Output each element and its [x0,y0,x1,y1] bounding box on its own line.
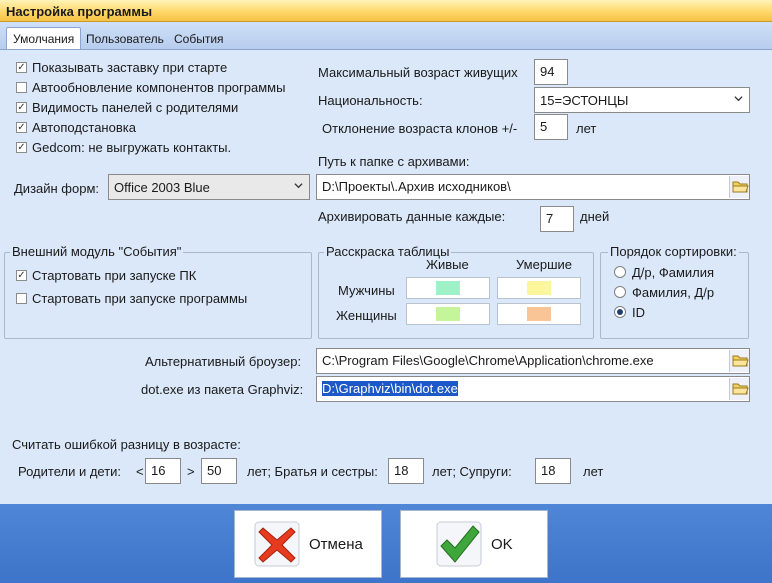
events-module-title: Внешний модуль "События" [10,244,184,259]
browser-path-input[interactable]: C:\Program Files\Google\Chrome\Applicati… [316,348,750,374]
nationality-value: 15=ЭСТОНЦЫ [540,93,629,108]
design-select[interactable]: Office 2003 Blue [108,174,310,200]
option-gedcom[interactable]: ✓ Gedcom: не выгружать контакты. [16,138,231,156]
checkbox-checked-icon[interactable]: ✓ [16,61,27,73]
max-age-label: Максимальный возраст живущих [318,65,518,80]
clone-deviation-label: Отклонение возраста клонов +/- [322,121,518,136]
cancel-label: Отмена [309,536,363,553]
spouses-input[interactable]: 18 [535,458,571,484]
button-bar [0,504,772,583]
option-autocomplete[interactable]: ✓ Автоподстановка [16,118,136,136]
men-alive-color-button[interactable] [406,277,490,299]
clone-deviation-unit: лет [576,121,597,136]
ok-label: OK [491,536,513,553]
checkbox-checked-icon[interactable]: ✓ [16,141,27,153]
age-diff-title: Считать ошибкой разницу в возрасте: [12,437,241,452]
nationality-label: Национальность: [318,93,423,108]
ok-button[interactable]: OK [400,510,548,578]
max-age-input[interactable]: 94 [534,59,568,85]
window-title: Настройка программы [0,0,772,22]
nationality-select[interactable]: 15=ЭСТОНЦЫ [534,87,750,113]
women-alive-swatch [436,307,460,321]
events-start-program[interactable]: Стартовать при запуске программы [16,289,247,307]
option-label: Фамилия, Д/р [632,284,715,300]
browser-label: Альтернативный броузер: [145,354,302,369]
row-men-label: Мужчины [338,283,395,298]
clone-deviation-input[interactable]: 5 [534,114,568,140]
sort-option-name-birth[interactable]: Фамилия, Д/р [614,283,714,301]
siblings-label: лет; Братья и сестры: [247,464,378,479]
parents-label: Родители и дети: [18,464,122,479]
sort-order-title: Порядок сортировки: [608,244,739,259]
greater-than-sign: > [187,464,195,479]
cancel-x-icon [254,521,300,567]
dot-label: dot.exe из пакета Graphviz: [141,382,304,397]
spouses-unit: лет [583,464,604,479]
settings-panel: ✓ Показывать заставку при старте Автообн… [0,49,772,504]
tab-events[interactable]: События [168,28,230,49]
women-alive-color-button[interactable] [406,303,490,325]
parents-min-input[interactable]: 16 [145,458,181,484]
option-label: Gedcom: не выгружать контакты. [32,139,232,155]
checkbox-checked-icon[interactable]: ✓ [16,269,27,281]
men-alive-swatch [436,281,460,295]
archive-path-input[interactable]: D:\Проекты\.Архив исходников\ [316,174,750,200]
option-label: Стартовать при запуске программы [32,290,248,306]
parents-max-input[interactable]: 50 [201,458,237,484]
archive-every-input[interactable]: 7 [540,206,574,232]
siblings-input[interactable]: 18 [388,458,424,484]
archive-path-label: Путь к папке с архивами: [318,154,470,169]
archive-every-unit: дней [580,209,610,224]
archive-browse-button[interactable] [729,176,749,198]
sort-option-id[interactable]: ID [614,303,645,321]
browser-path-value: C:\Program Files\Google\Chrome\Applicati… [322,353,654,368]
tab-strip: Умолчания Пользователь События [0,22,772,50]
row-women-label: Женщины [336,308,397,323]
column-alive-label: Живые [426,257,469,272]
option-label: Д/р, Фамилия [632,264,715,280]
spouses-label: лет; Супруги: [432,464,512,479]
archive-path-value: D:\Проекты\.Архив исходников\ [322,179,511,194]
option-label: Показывать заставку при старте [32,59,228,75]
design-label: Дизайн форм: [14,181,100,196]
women-dead-color-button[interactable] [497,303,581,325]
checkbox-icon[interactable] [16,81,27,93]
radio-icon[interactable] [614,266,626,278]
women-dead-swatch [527,307,551,321]
checkbox-icon[interactable] [16,292,27,304]
tab-user[interactable]: Пользователь [80,28,170,49]
option-autoupdate[interactable]: Автообновление компонентов программы [16,78,285,96]
less-than-sign: < [136,464,144,479]
dot-path-input[interactable]: D:\Graphviz\bin\dot.exe [316,376,750,402]
archive-every-label: Архивировать данные каждые: [318,209,506,224]
option-label: Автоподстановка [32,119,136,135]
option-parent-panels[interactable]: ✓ Видимость панелей с родителями [16,98,238,116]
option-label: Видимость панелей с родителями [32,99,239,115]
design-value: Office 2003 Blue [114,180,210,195]
chevron-down-icon [294,183,303,189]
radio-selected-icon[interactable] [614,306,626,318]
option-splash[interactable]: ✓ Показывать заставку при старте [16,58,227,76]
folder-open-icon [732,383,749,395]
browser-browse-button[interactable] [729,350,749,372]
option-label: Автообновление компонентов программы [32,79,286,95]
dot-browse-button[interactable] [729,378,749,400]
checkmark-icon [436,521,482,567]
men-dead-color-button[interactable] [497,277,581,299]
column-dead-label: Умершие [516,257,572,272]
events-start-pc[interactable]: ✓ Стартовать при запуске ПК [16,266,196,284]
option-label: Стартовать при запуске ПК [32,267,197,283]
cancel-button[interactable]: Отмена [234,510,382,578]
folder-open-icon [732,181,749,193]
sort-option-birth-name[interactable]: Д/р, Фамилия [614,263,714,281]
chevron-down-icon [734,96,743,102]
dot-path-value: D:\Graphviz\bin\dot.exe [322,381,458,396]
checkbox-checked-icon[interactable]: ✓ [16,101,27,113]
men-dead-swatch [527,281,551,295]
radio-icon[interactable] [614,286,626,298]
tab-defaults[interactable]: Умолчания [6,27,82,50]
checkbox-checked-icon[interactable]: ✓ [16,121,27,133]
folder-open-icon [732,355,749,367]
option-label: ID [632,304,645,320]
